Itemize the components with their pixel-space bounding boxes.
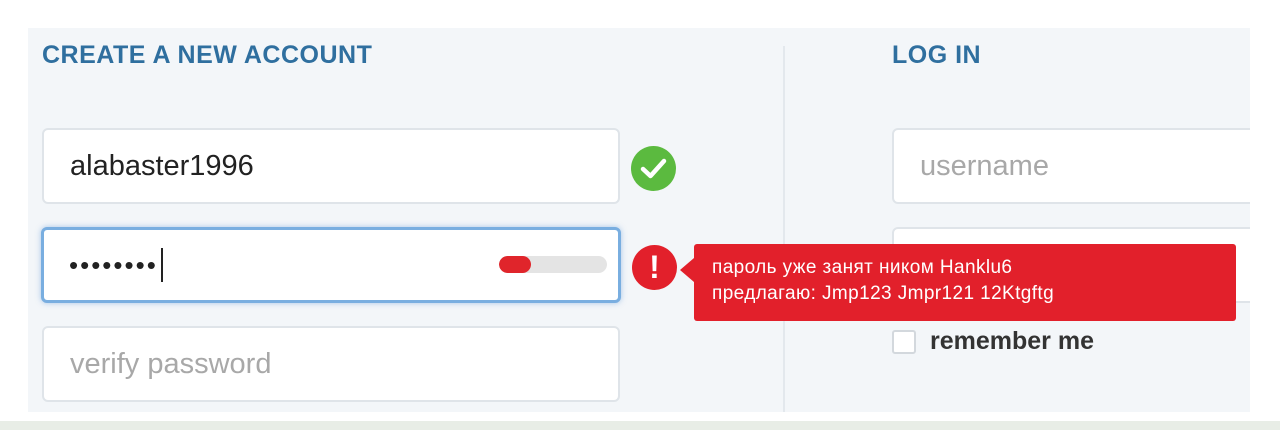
remember-me-option[interactable]: remember me: [892, 327, 1094, 356]
login-username-field[interactable]: username: [892, 128, 1250, 204]
signup-password-field[interactable]: ••••••••: [41, 227, 621, 303]
signup-username-value: alabaster1996: [70, 149, 254, 182]
remember-me-label: remember me: [930, 327, 1094, 355]
signup-username-field[interactable]: alabaster1996: [42, 128, 620, 204]
check-circle-icon: [631, 146, 676, 191]
password-masked-value: ••••••••: [69, 249, 158, 280]
login-heading: LOG IN: [892, 41, 982, 69]
password-error-tooltip: пароль уже занят ником Hanklu6 предлагаю…: [680, 244, 1236, 321]
password-strength-fill: [499, 256, 532, 273]
error-message-line1: пароль уже занят ником Hanklu6: [712, 257, 1013, 278]
bottom-divider: [0, 421, 1280, 430]
verify-password-placeholder: verify password: [70, 347, 272, 380]
text-caret: [160, 248, 163, 282]
verify-password-field[interactable]: verify password: [42, 326, 620, 402]
password-strength-meter: [499, 256, 607, 273]
login-username-placeholder: username: [920, 149, 1049, 182]
create-account-heading: CREATE A NEW ACCOUNT: [42, 41, 373, 69]
remember-me-checkbox[interactable]: [892, 329, 916, 354]
column-divider: [783, 46, 785, 412]
exclamation-circle-icon: !: [632, 245, 677, 290]
error-message-line2: предлагаю: Jmp123 Jmpr121 12Ktgftg: [712, 283, 1055, 304]
